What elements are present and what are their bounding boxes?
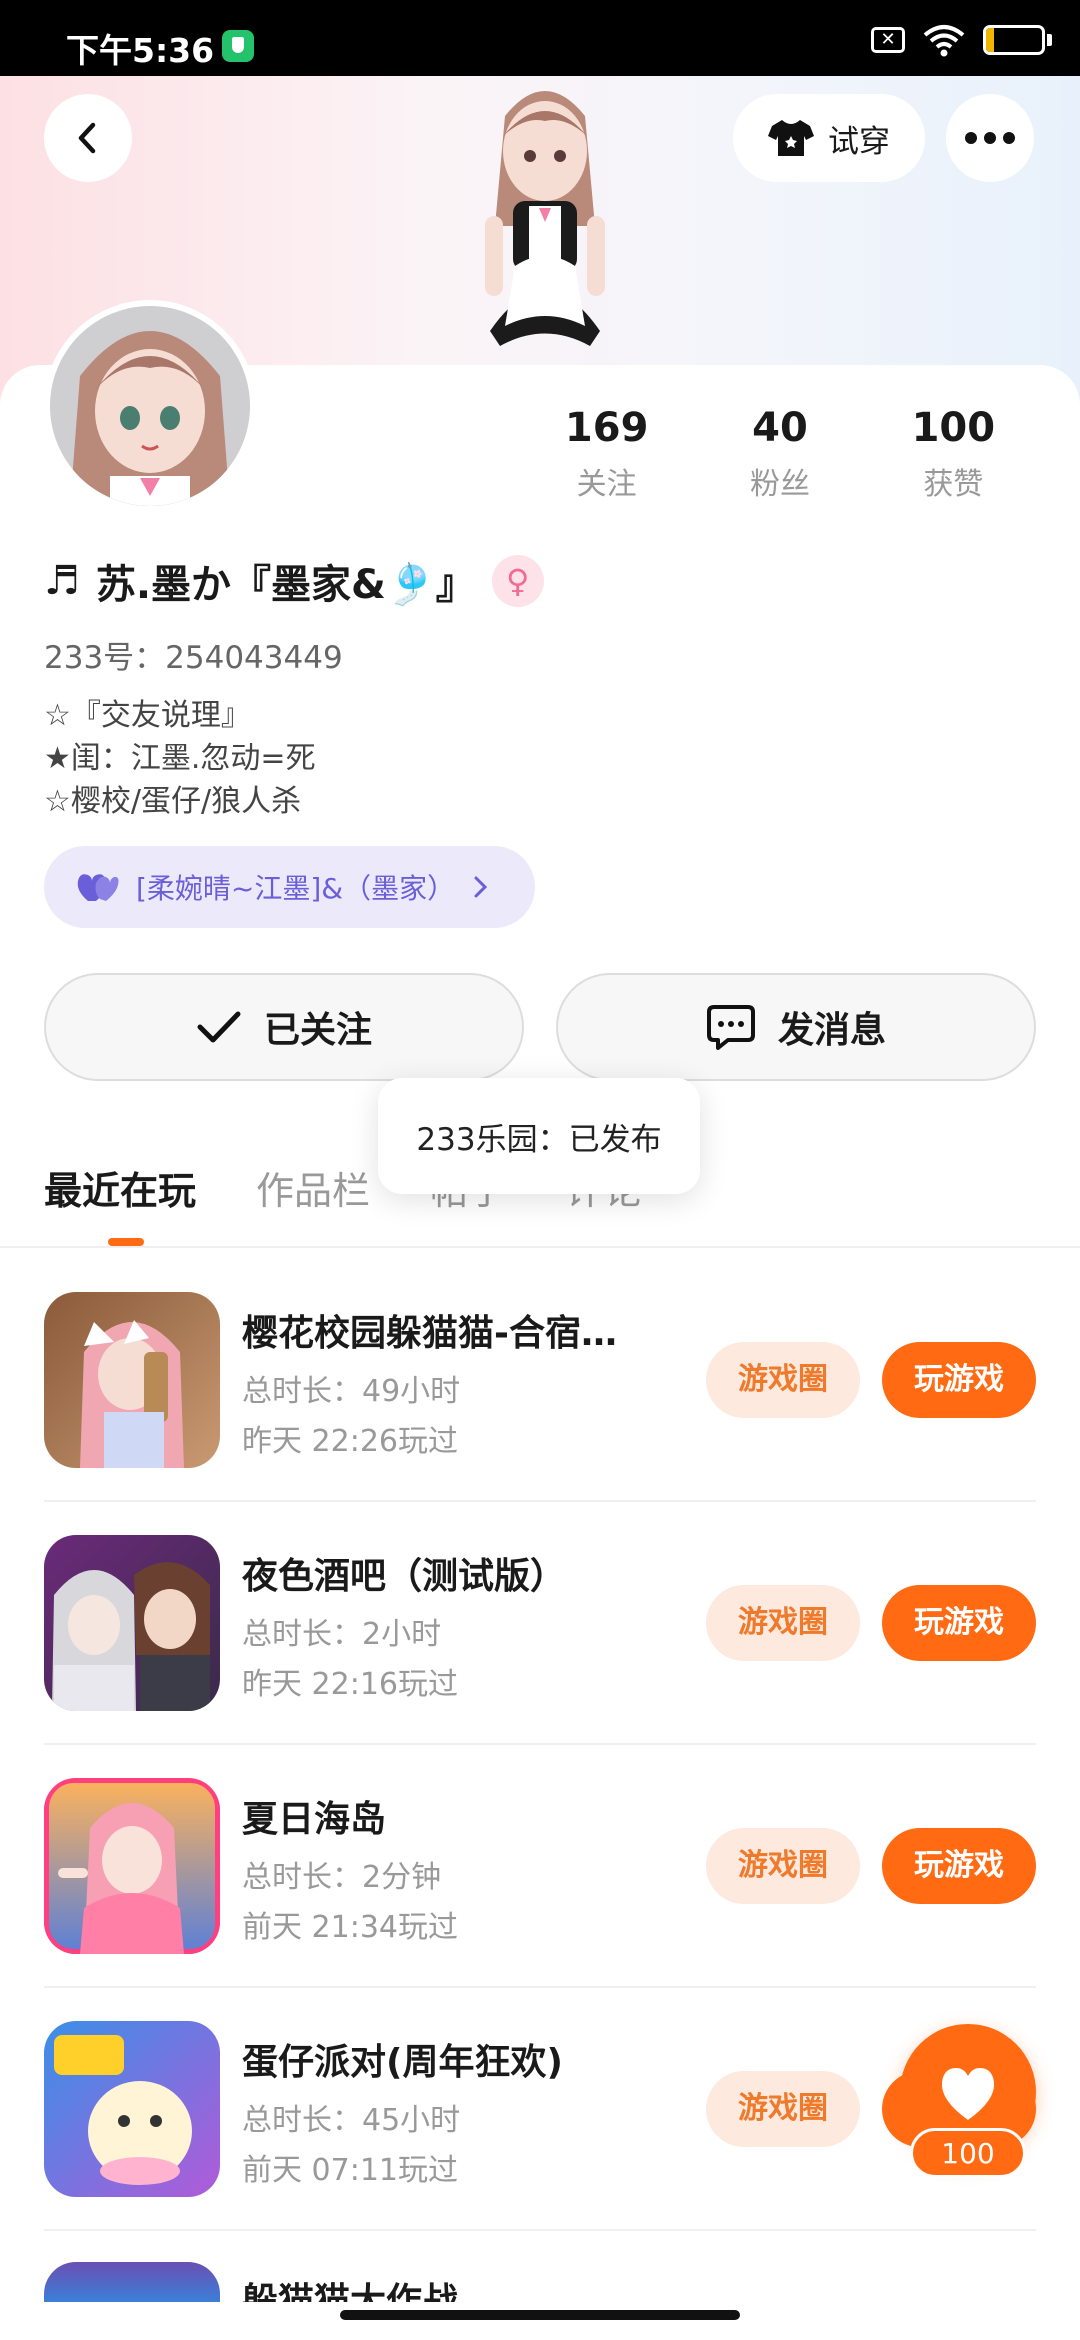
bio-line: ★闺：江墨.忽动=死 [44, 741, 316, 776]
game-title: 蛋仔派对(周年狂欢) [242, 2042, 563, 2083]
wifi-icon [923, 25, 965, 57]
stat-likes[interactable]: 100 获赞 [867, 405, 1040, 503]
stat-following[interactable]: 169 关注 [520, 405, 693, 503]
tab-divider [0, 1246, 1080, 1248]
game-circle-button[interactable]: 游戏圈 [706, 1828, 860, 1904]
game-title: 夏日海岛 [242, 1799, 387, 1840]
stat-label: 粉丝 [749, 467, 810, 502]
stat-followers[interactable]: 40 粉丝 [693, 405, 866, 503]
game-art [44, 1778, 220, 1954]
back-button[interactable] [44, 94, 132, 182]
game-list-item[interactable]: 夏日海岛 总时长：2分钟 前天 21:34玩过 游戏圈 玩游戏 [44, 1778, 1036, 1954]
team-name: [柔婉晴~江墨]&（墨家） [136, 872, 456, 905]
game-list-item[interactable]: 夜色酒吧（测试版） 总时长：2小时 昨天 22:16玩过 游戏圈 玩游戏 [44, 1535, 1036, 1711]
game-icon [44, 2021, 220, 2197]
no-sim-icon: ✕ [871, 27, 905, 53]
game-last-played: 昨天 22:16玩过 [242, 1667, 458, 1702]
chat-bubble-icon [706, 1005, 755, 1050]
game-circle-button[interactable]: 游戏圈 [706, 1342, 860, 1418]
game-title: 夜色酒吧（测试版） [242, 1556, 567, 1597]
double-heart-icon [77, 874, 119, 901]
game-last-played: 昨天 22:26玩过 [242, 1424, 458, 1459]
battery-percent: 14 [1000, 29, 1028, 51]
list-divider [44, 1743, 1036, 1745]
chevron-left-icon [78, 122, 96, 154]
toast-message: 233乐园：已发布 [378, 1078, 700, 1194]
security-shield-icon [222, 30, 254, 62]
following-label: 已关注 [263, 1010, 372, 1051]
game-duration: 总时长：2小时 [242, 1617, 442, 1652]
try-on-label: 试穿 [828, 123, 890, 160]
battery-icon: 14 [983, 25, 1045, 55]
game-title-partial: 躲猫猫大作战 [242, 2281, 459, 2302]
bio-line: ☆樱校/蛋仔/狼人杀 [44, 784, 302, 819]
tab-recently-played[interactable]: 最近在玩 [44, 1160, 196, 1246]
stat-label: 关注 [576, 467, 637, 502]
list-divider [44, 2229, 1036, 2231]
play-game-button[interactable]: 玩游戏 [882, 1828, 1036, 1904]
chevron-right-icon [474, 876, 488, 898]
game-icon [44, 1778, 220, 1954]
avatar-portrait [70, 331, 230, 506]
try-on-button[interactable]: 试穿 [733, 94, 925, 182]
avatar[interactable] [44, 300, 256, 512]
avatar-figure [485, 91, 605, 346]
tshirt-icon [768, 120, 814, 156]
send-message-button[interactable]: 发消息 [556, 973, 1036, 1081]
stat-label: 获赞 [923, 467, 984, 502]
more-options-button[interactable] [946, 94, 1034, 182]
stat-value: 40 [752, 405, 808, 451]
game-last-played: 前天 21:34玩过 [242, 1910, 458, 1945]
game-art [80, 1320, 184, 1468]
avatar-image [50, 306, 250, 506]
status-bar: 下午5:36 ✕ 14 [0, 0, 1080, 76]
tab-works[interactable]: 作品栏 [256, 1160, 370, 1215]
game-icon [44, 1535, 220, 1711]
game-duration: 总时长：49小时 [242, 1374, 461, 1409]
game-icon [44, 1292, 220, 1468]
profile-name: 苏.墨か『墨家&🎐』 [95, 562, 476, 608]
game-circle-button[interactable]: 游戏圈 [706, 2071, 860, 2147]
home-indicator[interactable] [340, 2310, 740, 2320]
game-icon-partial [44, 2262, 220, 2302]
play-game-button[interactable]: 玩游戏 [882, 1585, 1036, 1661]
list-divider [44, 1500, 1036, 1502]
game-art [54, 2035, 192, 2185]
game-duration: 总时长：2分钟 [242, 1860, 442, 1895]
game-list-item[interactable]: 樱花校园躲猫猫-合宿… 总时长：49小时 昨天 22:26玩过 游戏圈 玩游戏 [44, 1292, 1036, 1468]
game-art [52, 1562, 210, 1711]
status-time: 下午5:36 [66, 31, 215, 70]
play-game-button[interactable]: 玩游戏 [882, 1342, 1036, 1418]
game-circle-button[interactable]: 游戏圈 [706, 1585, 860, 1661]
female-gender-icon: ♀ [491, 555, 544, 607]
music-note-icon: ♬ [44, 558, 80, 604]
bio-line: ☆『交友说理』 [44, 698, 251, 733]
game-title: 樱花校园躲猫猫-合宿… [242, 1313, 617, 1354]
stat-value: 100 [911, 405, 996, 451]
game-list-item[interactable]: 蛋仔派对(周年狂欢) 总时长：45小时 前天 07:11玩过 游戏圈 玩游戏 [44, 2021, 1036, 2197]
profile-stats: 169 关注 40 粉丝 100 获赞 [520, 405, 1040, 503]
team-badge[interactable]: [柔婉晴~江墨]&（墨家） [44, 846, 536, 928]
status-icons: ✕ 14 [871, 22, 1052, 58]
like-count: 100 [910, 2128, 1026, 2178]
stat-value: 169 [564, 405, 649, 451]
profile-bio: ☆『交友说理』 ★闺：江墨.忽动=死 ☆樱校/蛋仔/狼人杀 [44, 694, 316, 823]
battery-tip [1047, 34, 1052, 46]
game-duration: 总时长：45小时 [242, 2103, 461, 2138]
check-icon [197, 1011, 241, 1043]
send-message-label: 发消息 [777, 1010, 886, 1051]
game-last-played: 前天 07:11玩过 [242, 2153, 458, 2188]
user-id: 233号：254043449 [44, 640, 343, 676]
more-dots-icon [965, 132, 1015, 144]
following-button[interactable]: 已关注 [44, 973, 524, 1081]
profile-name-row: ♬ 苏.墨か『墨家&🎐』 ♀ [44, 552, 544, 610]
list-divider [44, 1986, 1036, 1988]
